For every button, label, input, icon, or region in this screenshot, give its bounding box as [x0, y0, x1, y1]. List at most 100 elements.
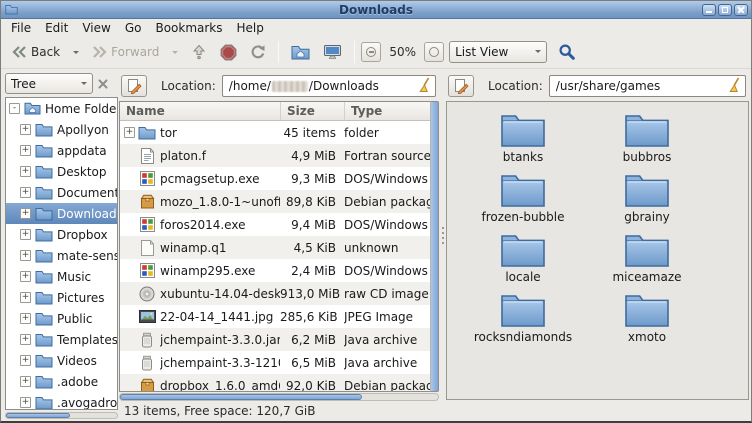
tree-expander[interactable]: + [20, 187, 31, 198]
back-history-button[interactable] [67, 43, 85, 62]
maximize-button[interactable] [718, 4, 732, 16]
sidebar-mode-select[interactable]: Tree [5, 73, 93, 94]
folder-item-bubbros[interactable]: bubbros [585, 112, 709, 172]
table-row[interactable]: foros2014.exe 9,4 MiB DOS/Windows ex [120, 213, 430, 236]
sidebar-item-apollyon[interactable]: + Apollyon [6, 119, 117, 140]
sidebar-item-pictures[interactable]: + Pictures [6, 287, 117, 308]
sidebar-item-appdata[interactable]: + appdata [6, 140, 117, 161]
table-row[interactable]: xubuntu-14.04-deskt... 913,0 MiB raw CD … [120, 282, 430, 305]
forward-history-button[interactable] [166, 43, 184, 62]
row-expander[interactable]: + [124, 127, 135, 138]
sidebar-item-videos[interactable]: + Videos [6, 350, 117, 371]
folder-item-locale[interactable]: locale [461, 232, 585, 292]
column-header-name[interactable]: Name [120, 102, 280, 120]
tree-expander[interactable]: + [20, 271, 31, 282]
sidebar-close-icon[interactable] [97, 78, 109, 90]
toolbar-separator [354, 41, 355, 63]
minimize-button[interactable] [702, 4, 716, 16]
menu-item-edit[interactable]: Edit [38, 20, 75, 36]
menu-item-view[interactable]: View [75, 20, 117, 36]
sidebar-item-home-folder[interactable]: - Home Folder [6, 98, 117, 119]
zoom-out-button[interactable] [361, 42, 381, 62]
desktop-button[interactable] [317, 39, 348, 65]
go-up-button[interactable] [185, 39, 213, 65]
clear-location-icon[interactable] [727, 77, 741, 96]
stop-button[interactable] [214, 39, 243, 66]
tree-expander[interactable]: + [20, 376, 31, 387]
search-button[interactable] [552, 38, 582, 66]
titlebar[interactable]: Downloads [1, 1, 751, 19]
sidebar-item-documents[interactable]: + Documents [6, 182, 117, 203]
folder-icon [500, 112, 546, 148]
tree-expander[interactable]: + [20, 229, 31, 240]
table-row[interactable]: mozo_1.8.0-1~unoffi... 89,8 KiB Debian p… [120, 190, 430, 213]
tree-expander[interactable]: + [20, 208, 31, 219]
horizontal-scrollbar[interactable] [119, 393, 439, 401]
close-button[interactable] [734, 4, 748, 16]
forward-button[interactable]: Forward [86, 40, 165, 64]
file-type: unknown [344, 241, 430, 255]
sidebar-item-templates[interactable]: + Templates [6, 329, 117, 350]
folder-item-frozen-bubble[interactable]: frozen-bubble [461, 172, 585, 232]
folder-item-gbrainy[interactable]: gbrainy [585, 172, 709, 232]
edit-location-button[interactable] [448, 75, 474, 97]
home-button[interactable] [285, 40, 316, 65]
folder-icon [624, 172, 670, 208]
column-header-size[interactable]: Size [280, 102, 344, 120]
tree-expander[interactable]: + [20, 250, 31, 261]
location-input-right[interactable]: /usr/share/games [549, 75, 746, 97]
table-row[interactable]: platon.f 4,9 MiB Fortran source co [120, 144, 430, 167]
edit-location-button[interactable] [121, 75, 147, 97]
zoom-in-button[interactable] [424, 42, 444, 62]
sidebar-item-mate-sensors-[interactable]: + mate-sensors- [6, 245, 117, 266]
sidebar-item-dropbox[interactable]: + Dropbox [6, 224, 117, 245]
chevron-down-icon [73, 51, 79, 57]
window-title: Downloads [1, 3, 751, 17]
table-row[interactable]: pcmagsetup.exe 9,3 MiB DOS/Windows ex [120, 167, 430, 190]
sidebar-item-downloads[interactable]: + Downloads [6, 203, 117, 224]
view-mode-select[interactable]: List View [449, 41, 547, 63]
sidebar-item--adobe[interactable]: + .adobe [6, 371, 117, 392]
sidebar-horizontal-scrollbar[interactable] [5, 412, 118, 419]
tree-expander[interactable]: + [20, 124, 31, 135]
table-row[interactable]: winamp.q1 4,5 KiB unknown [120, 236, 430, 259]
sidebar-item-desktop[interactable]: + Desktop [6, 161, 117, 182]
folder-icon [35, 291, 53, 305]
folder-item-rocksndiamonds[interactable]: rocksndiamonds [461, 292, 585, 352]
tree-expander[interactable]: + [20, 355, 31, 366]
reload-button[interactable] [244, 39, 272, 65]
tree-expander[interactable]: + [20, 313, 31, 324]
column-header-type[interactable]: Type [344, 102, 430, 120]
table-row[interactable]: winamp295.exe 2,4 MiB DOS/Windows ex [120, 259, 430, 282]
sidebar-item--avogadro[interactable]: + .avogadro [6, 392, 117, 410]
table-row[interactable]: dropbox_1.6.0_amd6... 92,0 KiB Debian pa… [120, 374, 430, 392]
clear-location-icon[interactable] [417, 77, 431, 96]
menu-item-bookmarks[interactable]: Bookmarks [148, 20, 229, 36]
menu-item-help[interactable]: Help [230, 20, 271, 36]
location-input-left[interactable]: /home//Downloads [222, 75, 436, 97]
sidebar-item-music[interactable]: + Music [6, 266, 117, 287]
tree-expander[interactable]: + [20, 334, 31, 345]
file-size: 45 items [280, 126, 344, 140]
folder-item-btanks[interactable]: btanks [461, 112, 585, 172]
tree-expander[interactable]: + [20, 166, 31, 177]
pane-splitter[interactable] [439, 71, 446, 401]
menu-item-go[interactable]: Go [118, 20, 149, 36]
file-name: winamp295.exe [160, 264, 280, 278]
menu-item-file[interactable]: File [4, 20, 38, 36]
folder-item-xmoto[interactable]: xmoto [585, 292, 709, 352]
file-type: Debian package [344, 195, 430, 209]
table-row[interactable]: 22-04-14_1441.jpg 285,6 KiB JPEG Image [120, 305, 430, 328]
folder-item-miceamaze[interactable]: miceamaze [585, 232, 709, 292]
back-button[interactable]: Back [6, 40, 66, 64]
sidebar-item-public[interactable]: + Public [6, 308, 117, 329]
table-row[interactable]: jchempaint-3.3.0.jar 6,2 MiB Java archiv… [120, 328, 430, 351]
tree-expander[interactable]: + [20, 292, 31, 303]
table-row[interactable]: + tor 45 items folder [120, 121, 430, 144]
vertical-scrollbar[interactable] [430, 101, 439, 392]
tree-expander[interactable]: + [20, 397, 31, 408]
table-row[interactable]: jchempaint-3.3-1210... 6,5 MiB Java arch… [120, 351, 430, 374]
tree-expander[interactable]: - [9, 103, 20, 114]
file-type: Fortran source co [344, 149, 430, 163]
tree-expander[interactable]: + [20, 145, 31, 156]
